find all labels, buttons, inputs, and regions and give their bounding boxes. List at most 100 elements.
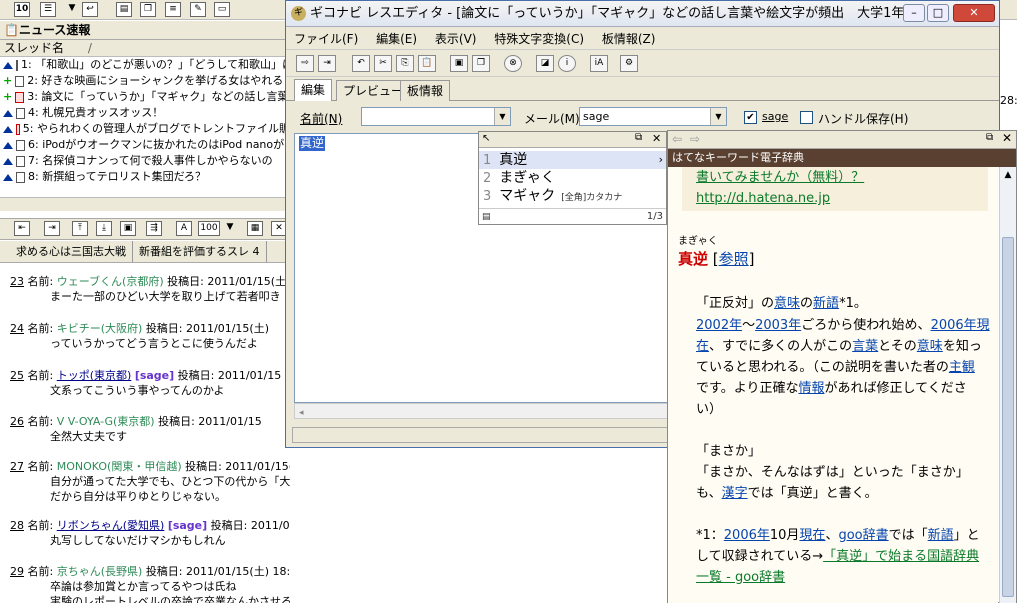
thread-list-scrollbar[interactable] [0, 197, 290, 211]
info-icon[interactable]: i [558, 55, 576, 72]
menu-file[interactable]: ファイル(F) [294, 28, 358, 50]
completion-item[interactable]: 3 マギャク [全角]カタカナ [479, 187, 666, 205]
keyword-link[interactable]: 新語 [928, 528, 954, 543]
post-icon[interactable]: ⇨ [296, 55, 314, 72]
thread-row[interactable]: +2: 好きな映画にショーシャンクを挙げる女はやれる [0, 73, 290, 89]
goo-dictionary-link[interactable]: 「真逆」で始まる国語辞典 [823, 549, 979, 564]
scroll-top-icon[interactable]: ⇤ [14, 221, 30, 236]
handle-save-checkbox[interactable] [800, 111, 813, 124]
window-cascade-icon[interactable]: ❐ [472, 55, 490, 72]
keyword-link[interactable]: 情報 [798, 381, 824, 396]
post-number[interactable]: 23 [10, 275, 24, 288]
back-icon[interactable]: ↩ [82, 2, 98, 17]
sage-checkbox[interactable]: ✔ [744, 111, 757, 124]
close-button[interactable]: ✕ [953, 4, 995, 22]
post-number[interactable]: 29 [10, 565, 24, 578]
text-size-icon[interactable]: ⅰA [590, 55, 608, 72]
print-icon[interactable]: ▦ [247, 221, 263, 236]
mail-field[interactable]: sage ▼ [579, 107, 727, 126]
scroll-bottom-icon[interactable]: ⇥ [44, 221, 60, 236]
scroll-left-icon[interactable]: ◂ [295, 408, 304, 418]
completion-item[interactable]: 1 真逆 › [479, 151, 666, 169]
keyword-link[interactable]: 意味 [774, 296, 800, 311]
eraser-icon[interactable]: ◪ [536, 55, 554, 72]
list-view-icon[interactable]: ☰ [40, 2, 56, 17]
tab-thread[interactable]: 求める心は三国志大戦 [0, 241, 133, 262]
document-icon[interactable]: ≡ [165, 2, 181, 17]
keyword-link[interactable]: 意味 [917, 339, 943, 354]
document-edit-icon[interactable]: ✎ [190, 2, 206, 17]
dropdown-arrow-icon[interactable]: ▼ [64, 2, 80, 17]
dict-restore-icon[interactable]: ⧉ [986, 132, 993, 143]
goo-dictionary-link[interactable]: 一覧 - goo辞書 [696, 567, 785, 588]
thread-row[interactable]: 7: 名探偵コナンって何で殺人事件しかやらないの [0, 153, 290, 169]
dict-close-icon[interactable]: ✕ [1002, 131, 1012, 145]
keyword-link[interactable]: 2006年 [724, 528, 770, 543]
tab-edit[interactable]: 編集 [294, 79, 333, 101]
copy-icon[interactable]: ⎘ [396, 55, 414, 72]
hatena-url-link[interactable]: http://d.hatena.ne.jp [696, 188, 830, 209]
post-number[interactable]: 28 [10, 519, 24, 532]
reference-link[interactable]: 参照 [719, 250, 749, 268]
post-number[interactable]: 24 [10, 322, 24, 335]
post-number[interactable]: 25 [10, 369, 24, 382]
keyword-link[interactable]: 新語 [813, 296, 839, 311]
font-icon[interactable]: A [176, 221, 192, 236]
completion-item[interactable]: 2 まぎゃく [479, 169, 666, 187]
scroll-up-icon[interactable]: ▲ [1000, 170, 1016, 180]
mark-icon[interactable]: ⇶ [146, 221, 162, 236]
keyword-link[interactable]: goo辞書 [838, 528, 888, 543]
keyword-link[interactable]: 漢字 [722, 486, 748, 501]
window-icon[interactable]: ▤ [116, 2, 132, 17]
settings-icon[interactable]: ⚙ [620, 55, 638, 72]
post-author-link[interactable]: リボンちゃん(愛知県) [57, 519, 165, 532]
zoom-field[interactable]: 100 [198, 221, 220, 236]
write-link[interactable]: 書いてみませんか（無料）？ [696, 167, 864, 188]
post-number[interactable]: 27 [10, 460, 24, 473]
dictionary-icon[interactable]: ▤ [482, 210, 491, 225]
pane-icon[interactable]: ▭ [214, 2, 230, 17]
post-disabled-icon[interactable]: ⇥ [318, 55, 336, 72]
undo-icon[interactable]: ↶ [352, 55, 370, 72]
thread-column-header[interactable]: スレッド名 / [0, 40, 290, 57]
post-number[interactable]: 26 [10, 415, 24, 428]
save-icon[interactable]: ▣ [120, 221, 136, 236]
cut-icon[interactable]: ✂ [374, 55, 392, 72]
thread-row[interactable]: 5: やられわくの管理人がブログでトレントファイル販 [0, 121, 290, 137]
thread-row[interactable]: 8: 新撰組ってテロリスト集団だろ？ [0, 169, 290, 185]
thread-row[interactable]: 1: 「和歌山」のどこが悪いの？」「どうして和歌山」に来 [0, 57, 290, 73]
back-arrow-icon[interactable]: ⇦ [672, 132, 682, 146]
post-author-link[interactable]: トッポ(東京都) [57, 369, 132, 382]
keyword-link[interactable]: 現在 [799, 528, 825, 543]
textarea-scrollbar[interactable]: ◂ [294, 403, 674, 419]
name-dropdown-icon[interactable]: ▼ [494, 108, 510, 125]
window-tile-icon[interactable]: ▣ [450, 55, 468, 72]
paste-icon[interactable]: 📋 [418, 55, 436, 72]
keyword-link[interactable]: 在 [696, 339, 709, 354]
stop-icon[interactable]: ⊗ [504, 55, 522, 72]
tab-preview[interactable]: プレビュー [336, 80, 411, 101]
keyword-link[interactable]: 言葉 [852, 339, 878, 354]
minimize-button[interactable]: – [903, 4, 925, 22]
forward-arrow-icon[interactable]: ⇨ [690, 132, 700, 146]
scrollbar-thumb[interactable] [1002, 237, 1014, 597]
jump-bottom-icon[interactable]: ⤓ [96, 221, 112, 236]
menu-view[interactable]: 表示(V) [435, 28, 477, 50]
thread-row[interactable]: 6: iPodがウオークマンに抜かれたのはiPod nanoが [0, 137, 290, 153]
thread-row[interactable]: +3: 論文に「っていうか」「マギャク」などの話し言葉 [0, 89, 290, 105]
copy-window-icon[interactable]: ❐ [140, 2, 156, 17]
view-10-icon[interactable]: 10 [14, 2, 30, 17]
zoom-dropdown-icon[interactable]: ▼ [222, 221, 238, 236]
keyword-link[interactable]: 2006年現 [931, 318, 990, 333]
popup-restore-icon[interactable]: ⧉ [635, 132, 642, 143]
jump-top-icon[interactable]: ⤒ [72, 221, 88, 236]
dictionary-scrollbar[interactable]: ▲ [999, 167, 1016, 603]
name-field[interactable]: ▼ [361, 107, 511, 126]
mail-dropdown-icon[interactable]: ▼ [710, 108, 726, 125]
tab-board-info[interactable]: 板情報 [400, 80, 451, 101]
menu-special-chars[interactable]: 特殊文字変換(C) [494, 28, 584, 50]
popup-close-icon[interactable]: ✕ [652, 132, 661, 145]
menu-edit[interactable]: 編集(E) [376, 28, 417, 50]
keyword-link[interactable]: 2003年 [755, 318, 801, 333]
keyword-link[interactable]: 主観 [949, 360, 975, 375]
